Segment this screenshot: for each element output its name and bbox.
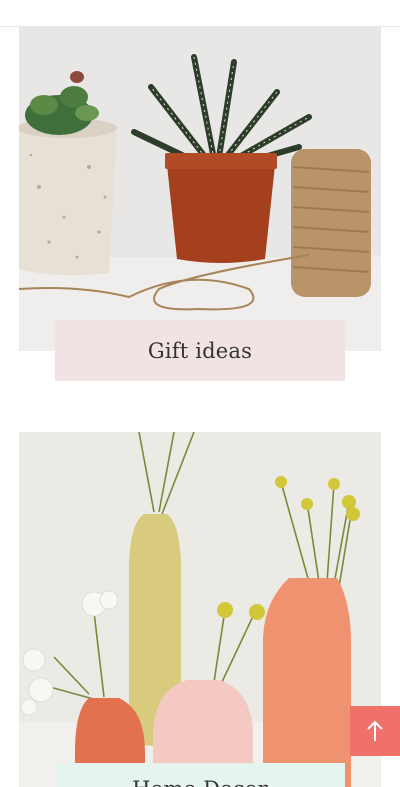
gift-ideas-image — [19, 27, 381, 351]
arrow-up-icon — [367, 720, 383, 741]
back-to-top-button[interactable] — [350, 706, 400, 756]
collection-title: Gift ideas — [147, 338, 253, 363]
site-header — [0, 0, 400, 27]
collection-card-gift-ideas[interactable] — [19, 27, 381, 351]
collection-label-gift-ideas[interactable]: Gift ideas — [55, 320, 345, 381]
collection-label-home-decor[interactable]: Home Decor — [55, 763, 345, 787]
home-decor-image — [19, 432, 381, 787]
collection-card-home-decor[interactable] — [19, 432, 381, 787]
collection-title: Home Decor — [132, 777, 268, 787]
